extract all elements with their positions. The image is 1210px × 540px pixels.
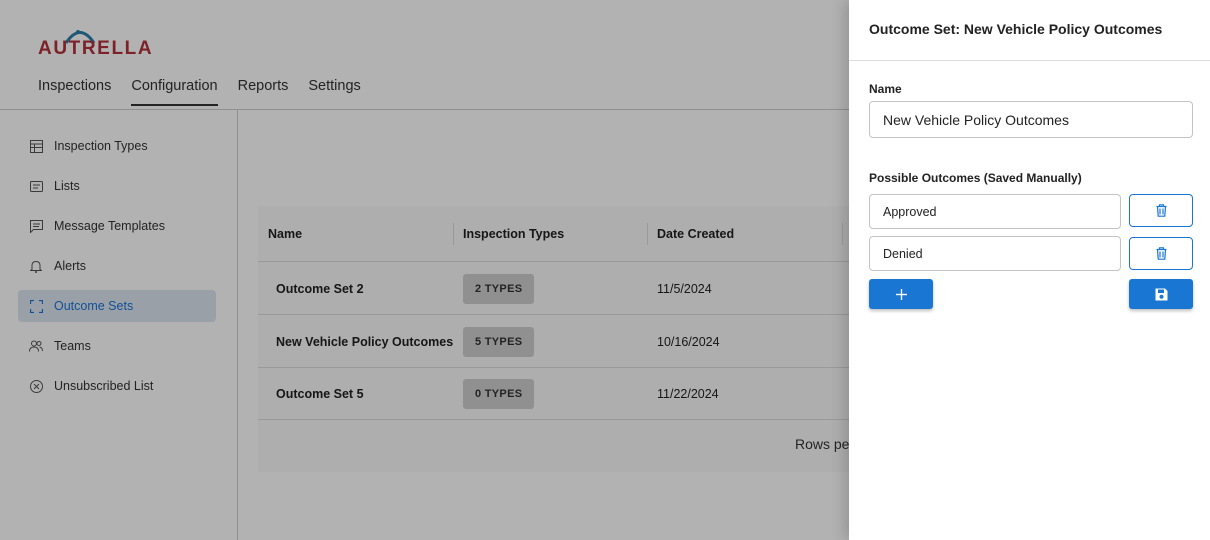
drawer-divider	[849, 60, 1210, 61]
trash-icon	[1156, 247, 1166, 260]
delete-outcome-button[interactable]	[1129, 237, 1193, 270]
modal-backdrop[interactable]	[0, 0, 849, 540]
outcome-input-approved[interactable]	[869, 194, 1121, 229]
outcome-input-denied[interactable]	[869, 236, 1121, 271]
plus-icon	[895, 288, 907, 300]
trash-icon	[1156, 204, 1166, 217]
name-label: Name	[869, 82, 902, 96]
possible-outcomes-label: Possible Outcomes (Saved Manually)	[869, 171, 1082, 185]
drawer-title: Outcome Set: New Vehicle Policy Outcomes	[869, 21, 1163, 37]
name-input[interactable]	[869, 101, 1193, 138]
delete-outcome-button[interactable]	[1129, 194, 1193, 227]
add-outcome-button[interactable]	[869, 279, 933, 309]
save-outcomes-button[interactable]	[1129, 279, 1193, 309]
save-icon	[1155, 288, 1167, 300]
outcome-set-drawer: Outcome Set: New Vehicle Policy Outcomes…	[849, 0, 1210, 540]
